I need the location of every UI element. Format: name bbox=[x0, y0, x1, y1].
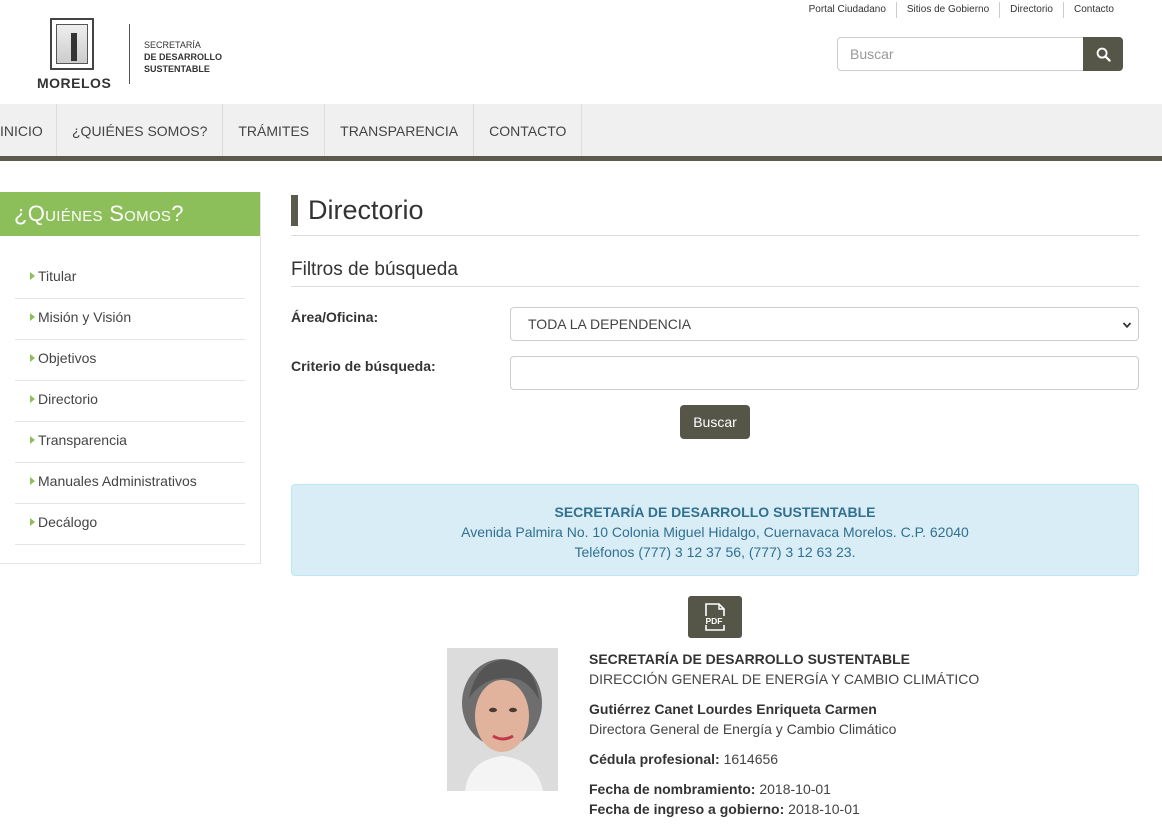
caret-right-icon bbox=[30, 436, 35, 444]
nav-inicio[interactable]: INICIO bbox=[0, 104, 57, 156]
main-content: Directorio Filtros de búsqueda Área/Ofic… bbox=[291, 192, 1139, 817]
logo-state-name: MORELOS bbox=[37, 75, 112, 91]
nav-contacto[interactable]: CONTACTO bbox=[474, 104, 583, 156]
top-link-directorio[interactable]: Directorio bbox=[999, 2, 1063, 18]
portrait-image bbox=[447, 648, 558, 791]
sidebar-item-objetivos[interactable]: Objetivos bbox=[15, 340, 245, 381]
sidebar-item-transparencia[interactable]: Transparencia bbox=[15, 422, 245, 463]
site-search bbox=[837, 37, 1123, 71]
entry-position: Directora General de Energía y Cambio Cl… bbox=[589, 721, 897, 737]
site-search-input[interactable] bbox=[837, 37, 1083, 71]
caret-right-icon bbox=[30, 272, 35, 280]
nav-quienes-somos[interactable]: ¿QUIÉNES SOMOS? bbox=[57, 104, 224, 156]
sidebar-item-mision-vision[interactable]: Misión y Visión bbox=[15, 299, 245, 340]
svg-text:PDF: PDF bbox=[706, 616, 723, 626]
entry-dependency: SECRETARÍA DE DESARROLLO SUSTENTABLE bbox=[589, 651, 910, 667]
top-link-contacto[interactable]: Contacto bbox=[1062, 2, 1124, 18]
entry-area: DIRECCIÓN GENERAL DE ENERGÍA Y CAMBIO CL… bbox=[589, 671, 980, 687]
caret-right-icon bbox=[30, 395, 35, 403]
caret-right-icon bbox=[30, 518, 35, 526]
caret-right-icon bbox=[30, 313, 35, 321]
area-label: Área/Oficina: bbox=[291, 309, 379, 325]
pdf-icon: PDF bbox=[703, 603, 725, 631]
caret-right-icon bbox=[30, 477, 35, 485]
sidebar-item-titular[interactable]: Titular bbox=[15, 258, 245, 299]
logo-divider bbox=[129, 24, 130, 84]
sidebar-item-manuales[interactable]: Manuales Administrativos bbox=[15, 463, 245, 504]
sidebar-menu: Titular Misión y Visión Objetivos Direct… bbox=[0, 258, 245, 545]
info-phones: Teléfonos (777) 3 12 37 56, (777) 3 12 6… bbox=[574, 544, 856, 560]
entry-name: Gutiérrez Canet Lourdes Enriqueta Carmen bbox=[589, 701, 877, 717]
site-header: Portal Ciudadano Sitios de Gobierno Dire… bbox=[0, 0, 1162, 104]
entry-cedula: Cédula profesional: 1614656 bbox=[589, 751, 779, 767]
dependency-info-box: SECRETARÍA DE DESARROLLO SUSTENTABLE Ave… bbox=[291, 484, 1139, 576]
info-title: SECRETARÍA DE DESARROLLO SUSTENTABLE bbox=[554, 504, 876, 520]
criterio-label: Criterio de búsqueda: bbox=[291, 358, 436, 374]
buscar-button[interactable]: Buscar bbox=[680, 405, 750, 439]
directory-entry: SECRETARÍA DE DESARROLLO SUSTENTABLE DIR… bbox=[589, 649, 1129, 819]
sidebar-item-directorio[interactable]: Directorio bbox=[15, 381, 245, 422]
official-photo bbox=[447, 648, 558, 791]
page-title-block: Directorio bbox=[291, 192, 1139, 236]
main-nav: INICIO ¿QUIÉNES SOMOS? TRÁMITES TRANSPAR… bbox=[0, 104, 1162, 156]
nav-tramites[interactable]: TRÁMITES bbox=[223, 104, 326, 156]
title-accent-bar bbox=[291, 195, 298, 226]
top-link-sitios-gobierno[interactable]: Sitios de Gobierno bbox=[895, 2, 999, 18]
top-link-portal-ciudadano[interactable]: Portal Ciudadano bbox=[799, 2, 896, 18]
entry-fecha-ingreso: Fecha de ingreso a gobierno: 2018-10-01 bbox=[589, 801, 860, 817]
page-title: Directorio bbox=[308, 195, 424, 225]
logo-secretaria: SECRETARÍA DE DESARROLLO SUSTENTABLE bbox=[144, 40, 223, 74]
morelos-shield-icon bbox=[50, 18, 94, 70]
criterio-input[interactable] bbox=[510, 356, 1139, 390]
chevron-down-icon bbox=[1122, 322, 1132, 329]
site-logo[interactable]: MORELOS SECRETARÍA DE DESARROLLO SUSTENT… bbox=[37, 18, 237, 92]
sidebar: ¿Quiénes Somos? Titular Misión y Visión … bbox=[0, 192, 261, 564]
info-address: Avenida Palmira No. 10 Colonia Miguel Hi… bbox=[461, 524, 969, 540]
nav-underline bbox=[0, 156, 1162, 161]
pdf-download-button[interactable]: PDF bbox=[688, 596, 742, 638]
sidebar-item-decalogo[interactable]: Decálogo bbox=[15, 504, 245, 545]
search-icon bbox=[1096, 47, 1111, 62]
top-links: Portal Ciudadano Sitios de Gobierno Dire… bbox=[799, 2, 1124, 18]
entry-fecha-nombramiento: Fecha de nombramiento: 2018-10-01 bbox=[589, 781, 831, 797]
nav-transparencia[interactable]: TRANSPARENCIA bbox=[325, 104, 475, 156]
filters-heading: Filtros de búsqueda bbox=[291, 259, 1139, 287]
sidebar-title: ¿Quiénes Somos? bbox=[0, 192, 260, 236]
site-search-button[interactable] bbox=[1083, 37, 1123, 71]
area-select-value: TODA LA DEPENDENCIA bbox=[528, 316, 692, 332]
area-select[interactable]: TODA LA DEPENDENCIA bbox=[510, 307, 1139, 341]
caret-right-icon bbox=[30, 354, 35, 362]
